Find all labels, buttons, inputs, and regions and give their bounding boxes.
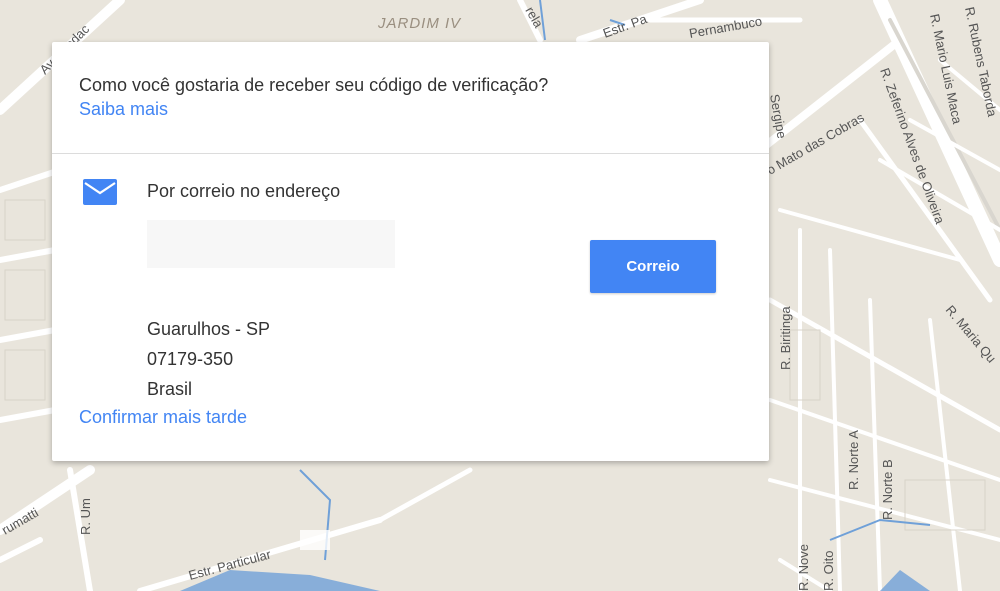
map-label-district: JARDIM IV (377, 15, 462, 32)
verification-dialog: Como você gostaria de receber seu código… (52, 42, 769, 461)
map-label-nove: R. Nove (796, 544, 811, 591)
map-label-norte-b: R. Norte B (880, 459, 895, 520)
confirm-later-link[interactable]: Confirmar mais tarde (79, 407, 247, 428)
map-label-um: R. Um (78, 498, 93, 535)
dialog-header: Como você gostaria de receber seu código… (79, 73, 749, 120)
address-line-city: Guarulhos - SP (147, 319, 271, 339)
address-line-zip: 07179-350 (147, 349, 234, 369)
dialog-question: Como você gostaria de receber seu código… (79, 75, 549, 95)
address-block: Guarulhos - SP 07179-350 Brasil (147, 314, 270, 404)
mail-button[interactable]: Correio (590, 240, 716, 293)
mail-icon (83, 179, 117, 205)
mail-option-title: Por correio no endereço (147, 181, 341, 201)
map-label-norte-a: R. Norte A (846, 430, 861, 490)
learn-more-link[interactable]: Saiba mais (79, 99, 168, 120)
map-label-biritinga: R. Biritinga (778, 306, 793, 370)
address-redacted (147, 220, 395, 268)
map-label-oito: R. Oito (821, 551, 836, 591)
address-line-country: Brasil (147, 379, 193, 399)
mail-option: Por correio no endereço Guarulhos - SP 0… (52, 154, 769, 414)
